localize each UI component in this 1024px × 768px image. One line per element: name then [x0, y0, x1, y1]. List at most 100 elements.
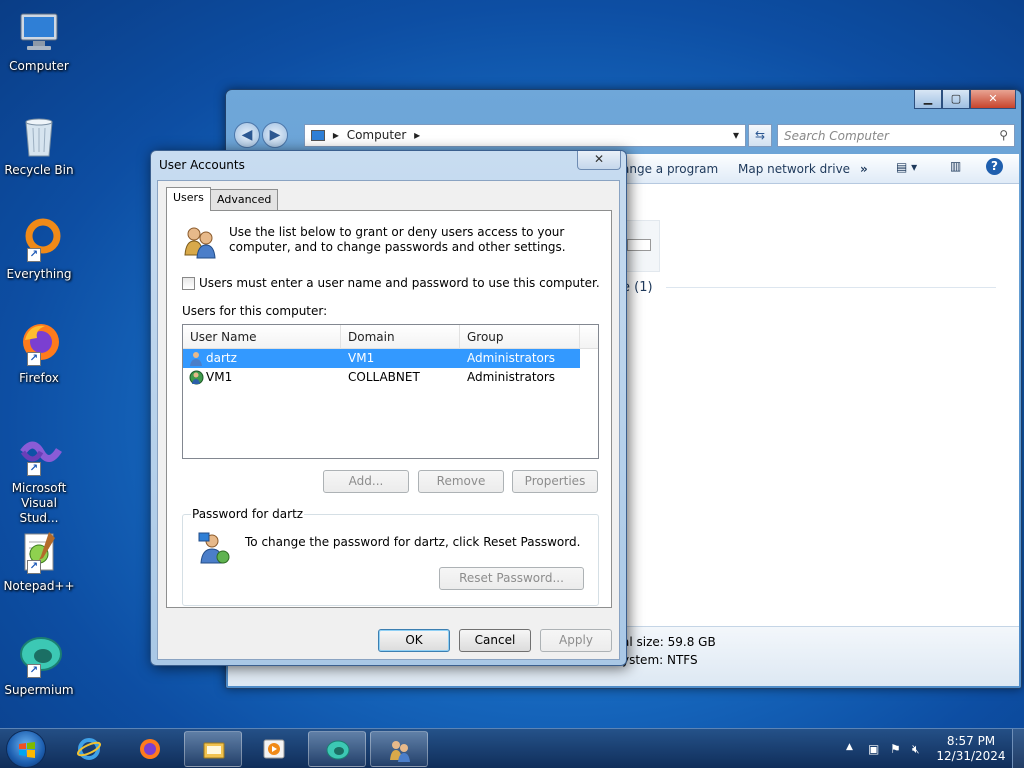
cell-domain: COLLABNET	[348, 370, 420, 384]
ok-button[interactable]: OK	[378, 629, 450, 652]
tab-users[interactable]: Users	[166, 187, 211, 211]
action-center-flag-icon[interactable]: ⚑	[890, 742, 901, 756]
table-row[interactable]: dartz VM1 Administrators	[183, 349, 580, 368]
cell-domain: VM1	[348, 351, 375, 365]
show-desktop-button[interactable]	[1012, 729, 1024, 768]
help-icon[interactable]: ?	[986, 158, 1003, 175]
taskbar-internet-explorer[interactable]	[60, 731, 118, 767]
preview-pane-icon[interactable]: ▥	[950, 159, 961, 173]
taskbar-user-accounts[interactable]	[370, 731, 428, 767]
add-user-button[interactable]: Add...	[323, 470, 409, 493]
forward-button[interactable]: ▶	[262, 122, 288, 148]
map-network-drive-button[interactable]: Map network drive	[738, 162, 850, 176]
table-row[interactable]: VM1 COLLABNET Administrators	[183, 368, 598, 387]
search-input[interactable]: Search Computer ⚲	[777, 124, 1015, 147]
view-options-icon[interactable]: ▤ ▾	[896, 160, 917, 174]
dialog-body: Users Advanced Use the list below to gra…	[157, 180, 620, 660]
clock[interactable]: 8:57 PM 12/31/2024	[936, 734, 1006, 764]
notepadpp-icon: ↗	[15, 528, 63, 576]
users-icon	[183, 225, 217, 259]
desktop-icon-supermium[interactable]: ↗ Supermium	[2, 632, 76, 698]
volume-muted-icon[interactable]: 🔇︎	[912, 742, 920, 757]
supermium-icon: ↗	[15, 632, 63, 680]
desktop-icon-visual-studio[interactable]: ↗ Microsoft Visual Stud...	[2, 430, 76, 526]
users-icon	[390, 741, 410, 762]
desktop-icon-everything[interactable]: ↗ Everything	[2, 216, 76, 282]
uninstall-program-button[interactable]: ange a program	[622, 162, 718, 176]
desktop-icon-label: Supermium	[4, 683, 74, 697]
users-listview[interactable]: User Name Domain Group dartz VM1 Adminis…	[182, 324, 599, 459]
column-header-group[interactable]: Group	[467, 330, 504, 344]
search-icon: ⚲	[999, 128, 1008, 142]
network-icon[interactable]: ▣	[868, 742, 879, 756]
section-divider	[666, 287, 996, 288]
desktop-icon-label: Everything	[6, 267, 72, 281]
back-button[interactable]: ◀	[234, 122, 260, 148]
desktop-icon-recycle-bin[interactable]: Recycle Bin	[2, 112, 76, 178]
recycle-bin-icon	[15, 112, 63, 160]
domain-user-icon	[189, 370, 204, 385]
taskbar-supermium[interactable]	[308, 731, 366, 767]
firefox-icon	[140, 739, 160, 759]
dialog-close-button[interactable]: ✕	[577, 151, 621, 170]
apply-button[interactable]: Apply	[540, 629, 612, 652]
clock-date: 12/31/2024	[936, 749, 1006, 763]
taskbar-media-player[interactable]	[245, 731, 303, 767]
refresh-button[interactable]: ⇆	[748, 124, 772, 147]
shortcut-arrow-icon: ↗	[27, 462, 41, 476]
desktop-icon-label: Visual Stud...	[19, 496, 59, 525]
user-accounts-dialog[interactable]: User Accounts ✕ Users Advanced Use the l…	[150, 150, 627, 666]
user-icon	[190, 352, 202, 366]
computer-icon	[15, 8, 63, 56]
users-list-label: Users for this computer:	[182, 304, 328, 318]
clock-time: 8:57 PM	[946, 734, 996, 748]
maximize-button[interactable]: ▢	[942, 90, 970, 109]
tab-advanced[interactable]: Advanced	[210, 189, 279, 211]
password-group-title: Password for dartz	[191, 507, 305, 521]
minimize-button[interactable]: ▁	[914, 90, 942, 109]
desktop-icon-firefox[interactable]: ↗ Firefox	[2, 320, 76, 386]
reset-password-button[interactable]: Reset Password...	[439, 567, 584, 590]
cell-user-name: VM1	[206, 370, 233, 384]
taskbar-windows-explorer[interactable]	[184, 731, 242, 767]
address-bar[interactable]: ▸ Computer ▸ ▾	[304, 124, 746, 147]
require-password-checkbox-row[interactable]: Users must enter a user name and passwor…	[182, 276, 600, 290]
desktop-icon-label: Computer	[9, 59, 69, 73]
intro-text: Use the list below to grant or deny user…	[229, 225, 566, 254]
column-header-domain[interactable]: Domain	[348, 330, 395, 344]
close-button[interactable]: ✕	[970, 90, 1016, 109]
start-button[interactable]	[6, 730, 46, 768]
more-commands-button[interactable]: »	[860, 162, 868, 176]
remove-user-button[interactable]: Remove	[418, 470, 504, 493]
properties-button[interactable]: Properties	[512, 470, 598, 493]
password-group: Password for dartz To change the passwor…	[182, 507, 599, 606]
shortcut-arrow-icon: ↗	[27, 560, 41, 574]
taskbar-firefox[interactable]	[121, 731, 179, 767]
folder-icon	[203, 742, 225, 759]
require-password-label: Users must enter a user name and passwor…	[199, 276, 600, 290]
desktop-icon-label: Firefox	[19, 371, 59, 385]
desktop-icon-notepadpp[interactable]: ↗ Notepad++	[2, 528, 76, 594]
cancel-button[interactable]: Cancel	[459, 629, 531, 652]
window-controls: ▁ ▢ ✕	[914, 90, 1016, 109]
require-password-checkbox[interactable]	[182, 276, 195, 290]
firefox-icon: ↗	[15, 320, 63, 368]
shortcut-arrow-icon: ↗	[27, 248, 41, 262]
visual-studio-icon: ↗	[15, 430, 63, 478]
desktop-icon-label: Microsoft	[11, 481, 67, 495]
windows-logo-icon	[19, 742, 35, 758]
media-player-icon	[263, 739, 285, 759]
show-hidden-icons-button[interactable]: ▲	[846, 742, 853, 752]
address-dropdown-icon[interactable]: ▾	[733, 128, 739, 142]
shortcut-arrow-icon: ↗	[27, 352, 41, 366]
column-header-user-name[interactable]: User Name	[190, 330, 257, 344]
cell-user-name: dartz	[206, 351, 237, 365]
listview-header: User Name Domain Group	[183, 325, 598, 349]
shortcut-arrow-icon: ↗	[27, 664, 41, 678]
taskbar: ▲ ▣ ⚑ 🔇︎ 8:57 PM 12/31/2024	[0, 728, 1024, 768]
desktop-icon-computer[interactable]: Computer	[2, 8, 76, 74]
computer-small-icon	[311, 130, 325, 141]
navigation-bar: ◀ ▶ ▸ Computer ▸ ▾ ⇆ Search Computer ⚲	[234, 122, 1015, 148]
everything-icon: ↗	[15, 216, 63, 264]
cell-group: Administrators	[467, 370, 556, 384]
